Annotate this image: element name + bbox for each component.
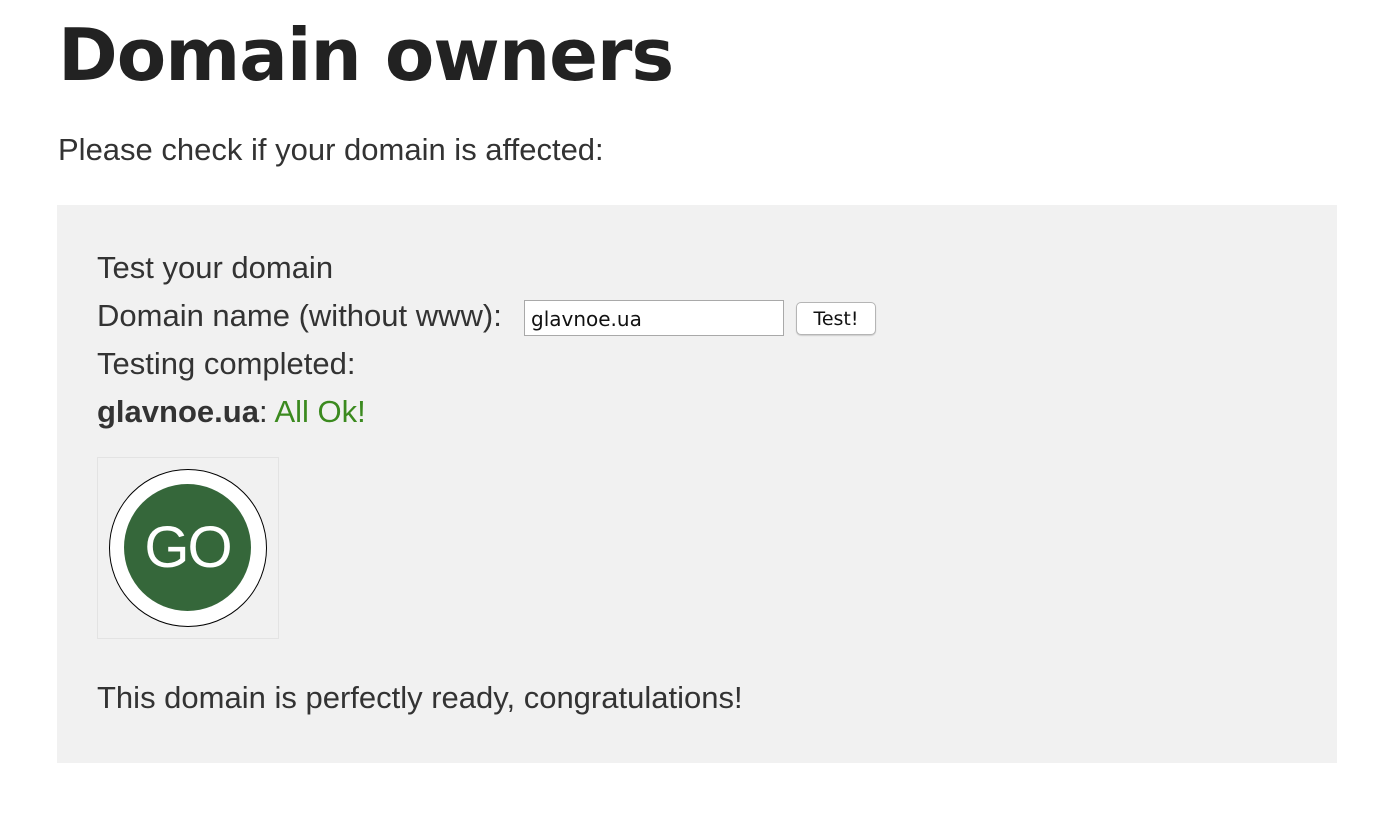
go-badge-frame: GO (97, 457, 279, 639)
domain-test-panel: Test your domain Domain name (without ww… (57, 205, 1337, 763)
page: Domain owners Please check if your domai… (0, 0, 1394, 829)
status-label: Testing completed: (97, 346, 356, 381)
go-badge-icon: GO (124, 484, 251, 611)
intro-text: Please check if your domain is affected: (58, 132, 604, 167)
result-message: This domain is perfectly ready, congratu… (97, 680, 743, 715)
panel-heading: Test your domain (97, 250, 334, 285)
result-domain: glavnoe.ua (97, 394, 259, 429)
page-title: Domain owners (58, 13, 674, 97)
test-button[interactable]: Test! (796, 302, 876, 335)
domain-input[interactable] (524, 300, 784, 336)
result-line: glavnoe.ua: All Ok! (97, 394, 366, 430)
domain-label: Domain name (without www): (97, 298, 502, 333)
go-badge-ring: GO (109, 469, 267, 627)
result-status: All Ok! (274, 394, 366, 429)
result-separator: : (258, 394, 268, 429)
